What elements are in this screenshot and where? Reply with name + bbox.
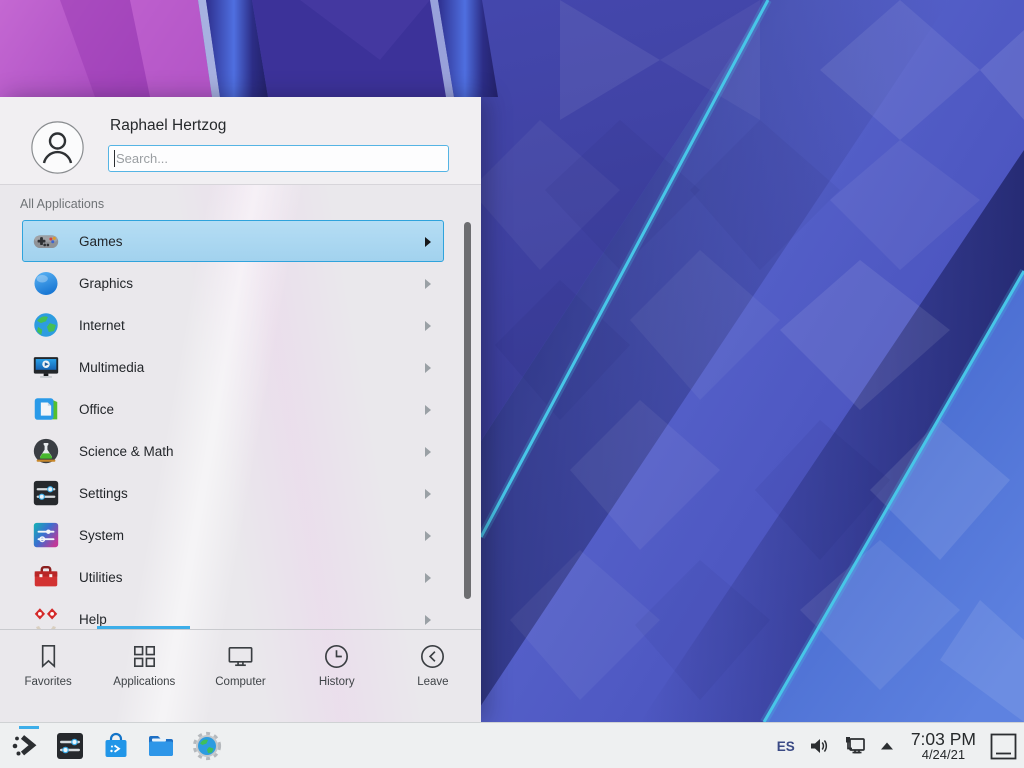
tab-label: Leave	[417, 676, 448, 688]
office-icon	[31, 394, 61, 424]
category-item-settings[interactable]: Settings	[22, 472, 444, 514]
submenu-arrow-icon	[425, 489, 431, 499]
desktop: Raphael Hertzog All Applications	[0, 0, 1024, 768]
favorites-icon	[33, 641, 64, 672]
leave-icon	[417, 641, 448, 672]
tab-label: Computer	[215, 676, 266, 688]
clock-time: 7:03 PM	[911, 730, 976, 748]
category-item-games[interactable]: Games	[22, 220, 444, 262]
submenu-arrow-icon	[425, 237, 431, 247]
expand-tray-icon[interactable]	[880, 741, 894, 751]
category-label: Games	[79, 234, 123, 249]
digital-clock[interactable]: 7:03 PM 4/24/21	[911, 730, 976, 762]
category-item-graphics[interactable]: Graphics	[22, 262, 444, 304]
category-label: Office	[79, 402, 114, 417]
discover-button[interactable]	[100, 730, 132, 762]
tab-favorites[interactable]: Favorites	[0, 630, 96, 722]
system-settings-button[interactable]	[54, 730, 86, 762]
category-label: Settings	[79, 486, 128, 501]
games-icon	[31, 226, 61, 256]
network-icon[interactable]	[843, 734, 867, 758]
category-item-internet[interactable]: Internet	[22, 304, 444, 346]
dolphin-button[interactable]	[145, 730, 177, 762]
category-item-office[interactable]: Office	[22, 388, 444, 430]
kde-launcher-button[interactable]	[9, 730, 41, 762]
category-label: Science & Math	[79, 444, 174, 459]
taskbar-panel: ES 7:03 PM 4/24/21	[0, 722, 1024, 768]
category-list: Games Graphics	[0, 220, 481, 629]
submenu-arrow-icon	[425, 615, 431, 625]
category-label: Multimedia	[79, 360, 144, 375]
submenu-arrow-icon	[425, 321, 431, 331]
graphics-icon	[31, 268, 61, 298]
utilities-icon	[31, 562, 61, 592]
discover-icon	[100, 730, 132, 762]
submenu-arrow-icon	[425, 279, 431, 289]
active-task-indicator	[19, 726, 39, 729]
section-label: All Applications	[20, 197, 104, 211]
computer-icon	[225, 641, 256, 672]
kde-launcher-icon	[9, 730, 41, 762]
tab-history[interactable]: History	[289, 630, 385, 722]
tab-computer[interactable]: Computer	[192, 630, 288, 722]
launcher-header: Raphael Hertzog	[0, 97, 481, 185]
category-label: Internet	[79, 318, 125, 333]
submenu-arrow-icon	[425, 405, 431, 415]
category-item-science-math[interactable]: Science & Math	[22, 430, 444, 472]
clock-date: 4/24/21	[911, 748, 976, 762]
help-icon	[31, 604, 61, 629]
application-launcher-menu: Raphael Hertzog All Applications	[0, 97, 481, 722]
tab-leave[interactable]: Leave	[385, 630, 481, 722]
volume-icon[interactable]	[808, 735, 830, 757]
search-input[interactable]	[108, 145, 449, 172]
user-avatar-icon[interactable]	[31, 121, 84, 174]
settings-icon	[31, 478, 61, 508]
tab-label: Favorites	[24, 676, 71, 688]
list-scrollbar[interactable]	[464, 222, 471, 599]
multimedia-icon	[31, 352, 61, 382]
category-item-help[interactable]: Help	[22, 598, 444, 629]
category-item-multimedia[interactable]: Multimedia	[22, 346, 444, 388]
tab-label: History	[319, 676, 355, 688]
konqueror-browser-icon	[191, 730, 223, 762]
applications-icon	[129, 641, 160, 672]
submenu-arrow-icon	[425, 447, 431, 457]
category-item-system[interactable]: System	[22, 514, 444, 556]
show-desktop-icon[interactable]	[989, 732, 1018, 761]
category-label: System	[79, 528, 124, 543]
dolphin-file-manager-icon	[145, 730, 177, 762]
user-name: Raphael Hertzog	[110, 117, 226, 135]
history-icon	[321, 641, 352, 672]
system-icon	[31, 520, 61, 550]
launcher-tabbar: Favorites Applications C	[0, 630, 481, 722]
keyboard-layout-indicator[interactable]: ES	[777, 739, 795, 754]
tab-applications[interactable]: Applications	[96, 630, 192, 722]
science-icon	[31, 436, 61, 466]
category-label: Graphics	[79, 276, 133, 291]
system-settings-icon	[54, 730, 86, 762]
text-cursor	[114, 150, 115, 167]
submenu-arrow-icon	[425, 531, 431, 541]
category-label: Help	[79, 612, 107, 627]
konqueror-button[interactable]	[191, 730, 223, 762]
tab-label: Applications	[113, 676, 175, 688]
submenu-arrow-icon	[425, 573, 431, 583]
submenu-arrow-icon	[425, 363, 431, 373]
category-label: Utilities	[79, 570, 123, 585]
internet-icon	[31, 310, 61, 340]
category-item-utilities[interactable]: Utilities	[22, 556, 444, 598]
system-tray: ES 7:03 PM 4/24/21	[777, 723, 1018, 768]
